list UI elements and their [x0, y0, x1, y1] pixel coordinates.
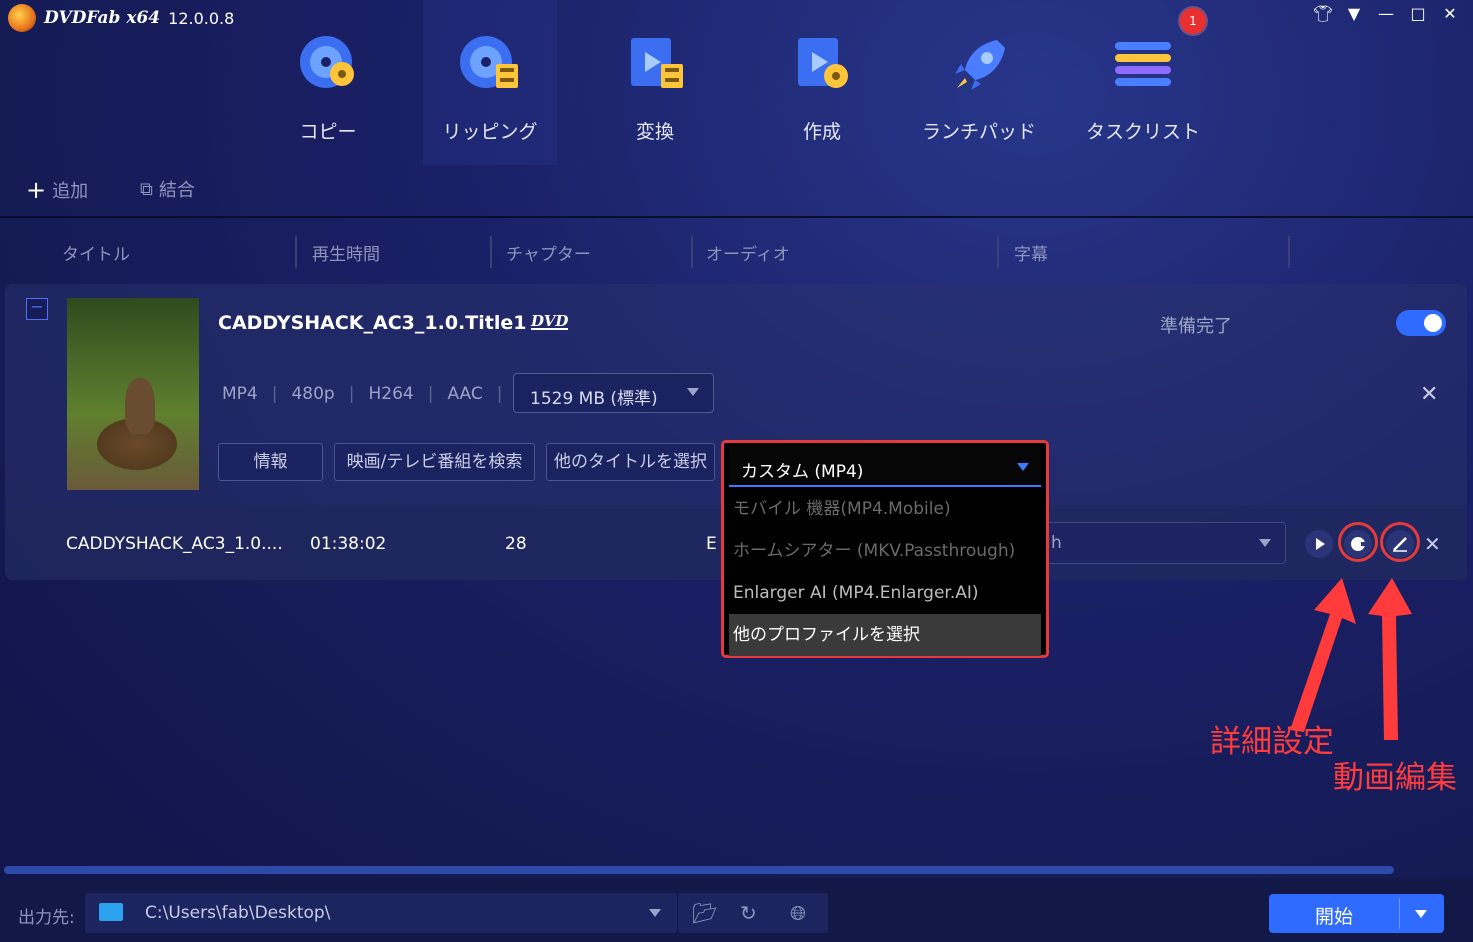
start-options-chevron-icon[interactable] — [1415, 910, 1427, 918]
play-icon — [1316, 538, 1325, 550]
output-label: 出力先: — [18, 908, 75, 928]
col-separator — [1288, 236, 1290, 268]
refresh-icon[interactable]: ↻ — [740, 901, 757, 925]
row-audio[interactable]: E — [706, 534, 717, 554]
output-specs: MP4 | 480p | H264 | AAC | — [222, 384, 503, 404]
video-edit-highlight — [1380, 522, 1420, 562]
profile-dropdown[interactable]: カスタム (MP4) モバイル 機器(MP4.Mobile) ホームシアター (… — [721, 440, 1049, 658]
row-chapters: 28 — [505, 534, 527, 554]
horizontal-scrollbar[interactable] — [4, 866, 1394, 874]
nav-copy[interactable]: コピー — [261, 0, 395, 165]
nav-label: コピー — [299, 121, 357, 143]
profile-select[interactable]: カスタム (MP4) — [729, 447, 1041, 487]
subtitle-value: h — [1051, 533, 1062, 553]
profile-option[interactable]: Enlarger AI (MP4.Enlarger.AI) — [729, 572, 1041, 614]
remove-source-icon[interactable]: ✕ — [1420, 382, 1438, 407]
col-audio: オーディオ — [706, 245, 790, 265]
add-button[interactable]: + 追加 — [26, 176, 88, 204]
col-duration: 再生時間 — [312, 245, 380, 265]
spec-format: MP4 — [222, 384, 258, 404]
output-size-select[interactable]: 1529 MB (標準) — [513, 373, 714, 413]
copy-disc-icon — [300, 36, 354, 88]
task-count-badge: 1 — [1180, 8, 1206, 34]
start-button[interactable]: 開始 — [1269, 894, 1444, 933]
col-separator — [997, 236, 999, 268]
spec-resolution: 480p — [291, 384, 335, 404]
profile-option: ホームシアター (MKV.Passthrough) — [733, 541, 1016, 561]
launchpad-rocket-icon — [955, 40, 1005, 90]
profile-option: モバイル 機器(MP4.Mobile) — [733, 499, 951, 519]
collapse-icon[interactable]: − — [26, 298, 48, 320]
play-preview-button[interactable] — [1305, 530, 1333, 558]
nav-label: タスクリスト — [1085, 121, 1200, 143]
search-movie-button[interactable]: 映画/テレビ番組を検索 — [334, 443, 535, 481]
row-title-name: CADDYSHACK_AC3_1.0.... — [66, 534, 283, 554]
nav-label: 変換 — [635, 121, 674, 143]
movie-thumbnail — [67, 298, 199, 490]
nav-ripping[interactable]: リッピング — [423, 0, 557, 165]
col-chapters: チャプター — [506, 245, 591, 265]
col-title: タイトル — [62, 245, 130, 265]
col-separator — [295, 236, 297, 268]
nav-convert[interactable]: 変換 — [588, 0, 722, 165]
size-value: 1529 MB (標準) — [530, 389, 658, 409]
tasklist-icon — [1115, 42, 1171, 86]
profile-selected: カスタム (MP4) — [741, 462, 864, 482]
main-nav: コピー リッピング 変換 作成 ランチパッド タスクリスト — [0, 0, 1473, 165]
spec-audio-codec: AAC — [447, 384, 483, 404]
nav-launchpad[interactable]: ランチパッド — [912, 0, 1046, 165]
col-subtitle: 字幕 — [1014, 245, 1048, 265]
chevron-down-icon — [687, 388, 699, 396]
output-path: C:\Users\fab\Desktop\ — [145, 903, 331, 923]
col-separator — [691, 236, 693, 268]
subtitle-select[interactable]: h — [1040, 522, 1286, 564]
ripping-icon — [460, 36, 518, 88]
create-icon — [798, 38, 848, 88]
folder-icon — [99, 903, 123, 921]
remove-title-icon[interactable]: ✕ — [1424, 532, 1441, 556]
chevron-down-icon — [649, 909, 661, 917]
add-label: 追加 — [52, 181, 89, 202]
toolbar-divider — [0, 216, 1473, 218]
source-title: CADDYSHACK_AC3_1.0.Title1 — [218, 312, 527, 334]
output-tools: 📂︎ ↻ 🌐︎ — [678, 893, 828, 933]
start-label: 開始 — [1314, 906, 1353, 928]
nav-label: ランチパッド — [921, 121, 1036, 143]
status-text: 準備完了 — [1160, 316, 1232, 337]
open-folder-icon[interactable]: 📂︎ — [692, 901, 717, 925]
arrow-video-edit — [1368, 578, 1412, 740]
dvd-logo-icon: DVD — [531, 312, 569, 330]
merge-icon: ⧉ — [140, 178, 153, 200]
convert-icon — [631, 38, 683, 88]
globe-icon[interactable]: 🌐︎ — [790, 901, 806, 925]
nav-create[interactable]: 作成 — [755, 0, 889, 165]
info-button[interactable]: 情報 — [218, 443, 323, 481]
nav-label: 作成 — [802, 121, 841, 143]
row-duration: 01:38:02 — [310, 534, 387, 554]
other-title-button[interactable]: 他のタイトルを選択 — [546, 443, 715, 481]
spec-video-codec: H264 — [368, 384, 414, 404]
col-separator — [490, 236, 492, 268]
annotation-advanced-label: 詳細設定 — [1210, 724, 1334, 760]
merge-label: 結合 — [158, 180, 195, 201]
merge-button[interactable]: ⧉ 結合 — [140, 176, 195, 202]
enable-toggle[interactable] — [1396, 310, 1446, 336]
chevron-down-icon — [1259, 539, 1271, 547]
annotation-video-edit-label: 動画編集 — [1333, 760, 1457, 796]
plus-icon: + — [26, 176, 47, 204]
arrow-advanced — [1290, 578, 1356, 732]
chevron-down-icon — [1017, 463, 1029, 471]
output-path-select[interactable]: C:\Users\fab\Desktop\ — [85, 893, 677, 933]
nav-label: リッピング — [442, 121, 538, 143]
advanced-settings-highlight — [1338, 522, 1378, 562]
profile-option[interactable]: 他のプロファイルを選択 — [729, 614, 1041, 656]
